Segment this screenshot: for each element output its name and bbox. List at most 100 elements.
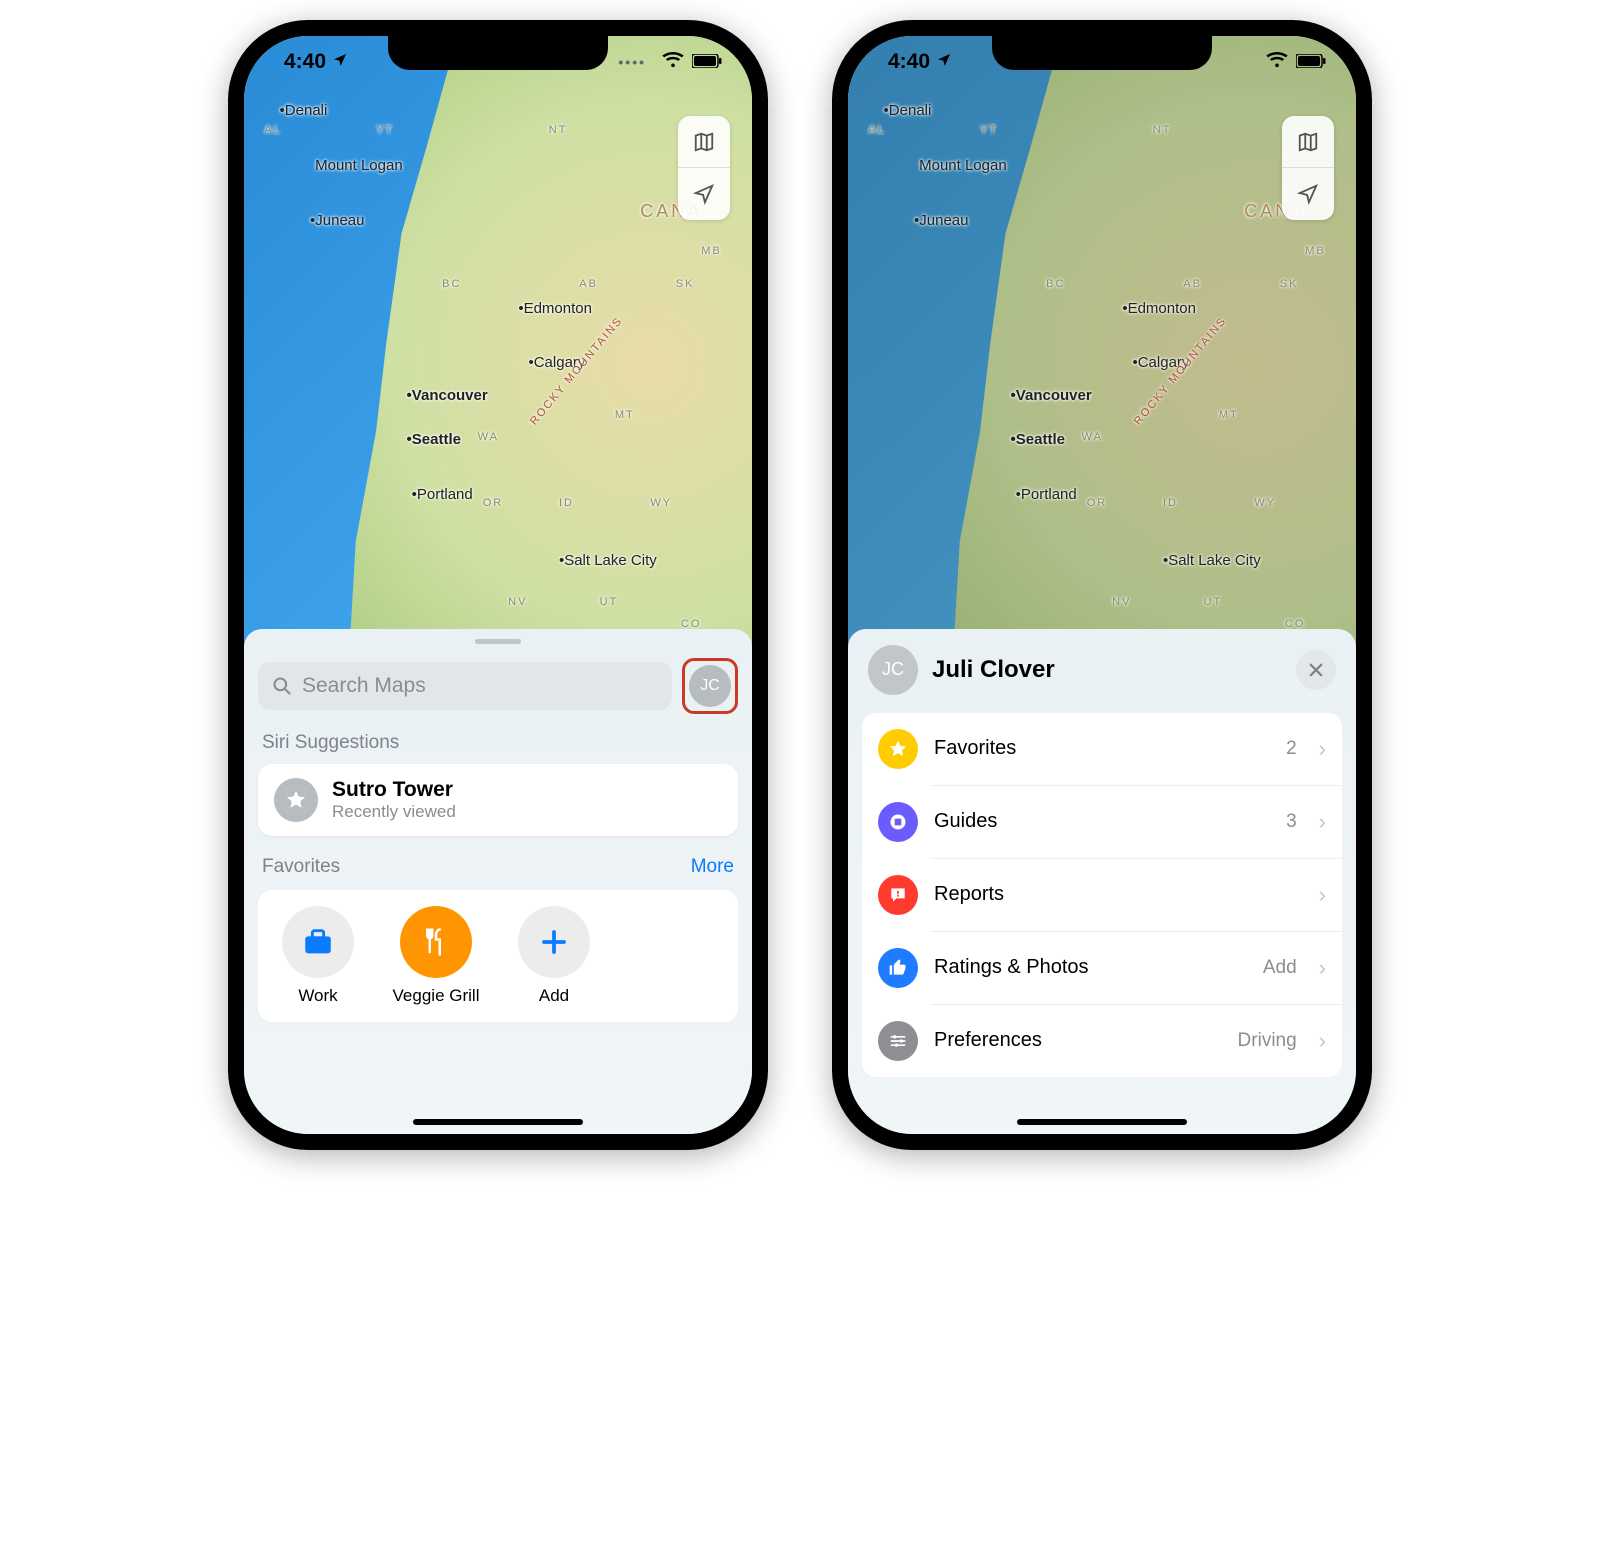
menu-favorites[interactable]: Favorites 2 › (862, 713, 1342, 785)
menu-trail: 2 (1286, 738, 1297, 760)
map-city-label[interactable]: •Portland (1016, 486, 1077, 503)
menu-trail: 3 (1286, 811, 1297, 833)
profile-button[interactable]: JC (689, 665, 731, 707)
map-city-label[interactable]: •Edmonton (518, 300, 592, 317)
map-region-label: MT (1219, 409, 1239, 421)
notch (992, 36, 1212, 70)
map-region-label: YT (980, 124, 998, 136)
map-region-label: WY (1254, 497, 1276, 509)
suggestion-subtitle: Recently viewed (332, 802, 456, 822)
phone-right: 4:40 •DenaliMount Logan•JuneauCANA•Edmon… (832, 20, 1372, 1150)
menu-label: Favorites (934, 737, 1270, 760)
profile-button-highlight: JC (682, 658, 738, 714)
map-region-label: NT (1153, 124, 1172, 136)
map-city-label[interactable]: •Denali (884, 102, 932, 119)
wifi-icon (1266, 50, 1288, 74)
location-services-icon (936, 50, 952, 74)
favorites-row[interactable]: Work Veggie Grill Add (258, 890, 738, 1022)
map-city-label[interactable]: •Edmonton (1122, 300, 1196, 317)
screen-left: 4:40 •••• •DenaliMount Logan•JuneauCANA•… (244, 36, 752, 1134)
menu-guides[interactable]: Guides 3 › (862, 786, 1342, 858)
phone-left: 4:40 •••• •DenaliMount Logan•JuneauCANA•… (228, 20, 768, 1150)
profile-name: Juli Clover (932, 656, 1282, 684)
map-region-label: SK (676, 278, 695, 290)
menu-reports[interactable]: Reports › (862, 859, 1342, 931)
location-services-icon (332, 50, 348, 74)
guides-icon (878, 802, 918, 842)
map-region-label: WA (478, 431, 499, 443)
map-region-label: ID (1163, 497, 1178, 509)
siri-suggestions-label: Siri Suggestions (262, 732, 734, 754)
map-city-label[interactable]: •Vancouver (1011, 387, 1092, 404)
map-region-label: WY (650, 497, 672, 509)
home-indicator[interactable] (413, 1119, 583, 1125)
avatar[interactable]: JC (868, 645, 918, 695)
map-region-label: YT (376, 124, 394, 136)
menu-ratings-photos[interactable]: Ratings & Photos Add › (862, 932, 1342, 1004)
close-icon (1307, 661, 1325, 679)
map-city-label[interactable]: Mount Logan (315, 157, 403, 174)
map-region-label: BC (1046, 278, 1065, 290)
home-indicator[interactable] (1017, 1119, 1187, 1125)
star-icon (274, 778, 318, 822)
search-input[interactable]: Search Maps (258, 662, 672, 710)
map-controls (678, 116, 730, 220)
close-button[interactable] (1296, 650, 1336, 690)
map-region-label: SK (1280, 278, 1299, 290)
map-city-label[interactable]: •Vancouver (407, 387, 488, 404)
map-city-label[interactable]: Mount Logan (919, 157, 1007, 174)
locate-me-button[interactable] (678, 168, 730, 220)
map-city-label[interactable]: •Salt Lake City (559, 552, 657, 569)
menu-label: Ratings & Photos (934, 956, 1247, 979)
favorite-add[interactable]: Add (504, 906, 604, 1006)
map-region-label: UT (600, 596, 619, 608)
menu-trail: Driving (1238, 1030, 1297, 1052)
map-city-label[interactable]: •Salt Lake City (1163, 552, 1261, 569)
map-region-label: OR (1087, 497, 1108, 509)
map-region-label: MT (615, 409, 635, 421)
wifi-icon (662, 50, 684, 74)
fork-knife-icon (400, 906, 472, 978)
map-city-label[interactable]: •Juneau (914, 212, 968, 229)
menu-trail: Add (1263, 957, 1297, 979)
favorite-work[interactable]: Work (268, 906, 368, 1006)
map-region-label: WA (1082, 431, 1103, 443)
menu-label: Guides (934, 810, 1270, 833)
menu-preferences[interactable]: Preferences Driving › (862, 1005, 1342, 1077)
page-dots: •••• (618, 54, 646, 70)
sheet-grabber[interactable] (475, 639, 521, 644)
favorites-label: Favorites (262, 856, 340, 878)
favorite-veggie-grill[interactable]: Veggie Grill (386, 906, 486, 1006)
map-region-label: NV (508, 596, 527, 608)
chevron-right-icon: › (1319, 809, 1326, 835)
map-city-label[interactable]: •Seattle (407, 431, 461, 448)
star-icon (878, 729, 918, 769)
favorites-more-button[interactable]: More (691, 856, 734, 878)
siri-suggestion-card[interactable]: Sutro Tower Recently viewed (258, 764, 738, 836)
map-region-label: BC (442, 278, 461, 290)
search-placeholder: Search Maps (302, 674, 426, 698)
map-region-label: UT (1204, 596, 1223, 608)
map-region-label: AB (1183, 278, 1202, 290)
map-region-label: AB (579, 278, 598, 290)
map-region-label: OR (483, 497, 504, 509)
profile-sheet[interactable]: JC Juli Clover Favorites 2 › (848, 629, 1356, 1134)
map-region-label: NT (549, 124, 568, 136)
map-city-label[interactable]: •Portland (412, 486, 473, 503)
map-region-label: AL (264, 124, 281, 136)
map-mode-button[interactable] (678, 116, 730, 168)
search-sheet[interactable]: Search Maps JC Siri Suggestions Sutro To… (244, 629, 752, 1134)
notch (388, 36, 608, 70)
thumb-icon (878, 948, 918, 988)
profile-menu: Favorites 2 › Guides 3 › (862, 713, 1342, 1077)
map-region-label: MB (701, 245, 722, 257)
menu-label: Reports (934, 883, 1281, 906)
plus-icon (518, 906, 590, 978)
map-mode-button[interactable] (1282, 116, 1334, 168)
chevron-right-icon: › (1319, 736, 1326, 762)
locate-me-button[interactable] (1282, 168, 1334, 220)
map-city-label[interactable]: •Seattle (1011, 431, 1065, 448)
map-city-label[interactable]: •Denali (280, 102, 328, 119)
map-controls (1282, 116, 1334, 220)
map-city-label[interactable]: •Juneau (310, 212, 364, 229)
